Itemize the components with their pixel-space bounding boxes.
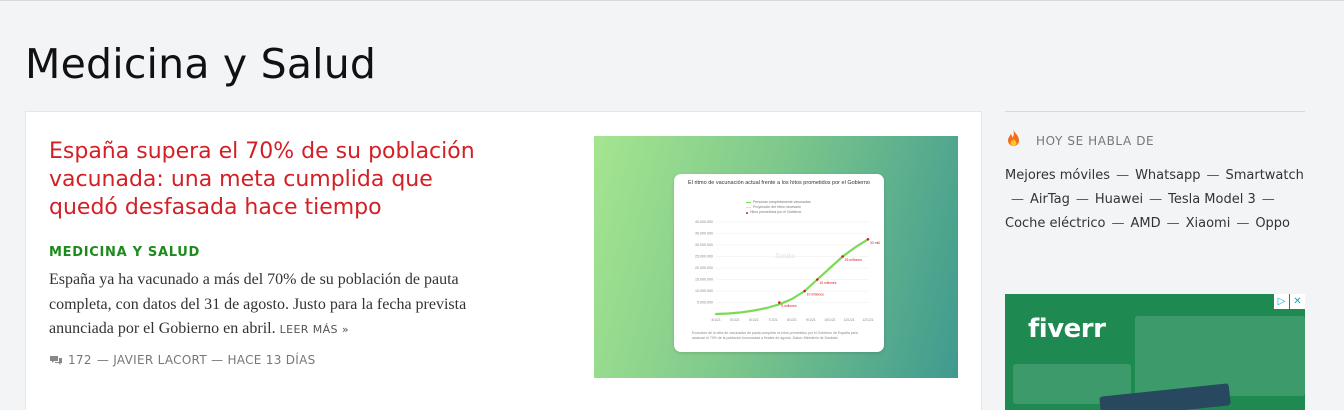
chart-x-tick-label: 10/1/21 <box>824 318 835 322</box>
chart-milestone-label: 33 millones <box>870 241 880 245</box>
legend-item: Hitos prometidos por el Gobierno <box>746 210 811 215</box>
article-category-link[interactable]: MEDICINA Y SALUD <box>49 245 200 260</box>
chart-watermark: Xataka <box>774 252 795 260</box>
chart-x-tick-label: 5/1/21 <box>730 318 740 322</box>
chart-milestone-label: 10 millones <box>807 293 824 297</box>
chart-x-tick-label: 6/1/21 <box>749 318 759 322</box>
trending-separator: — <box>1116 168 1130 183</box>
chart-milestone-point <box>866 237 870 241</box>
comments-icon[interactable] <box>49 355 63 366</box>
chart-milestone-point <box>778 301 781 304</box>
trending-separator: — <box>1206 168 1220 183</box>
close-ad-icon[interactable]: ✕ <box>1290 294 1305 309</box>
trending-topic-link[interactable]: AirTag <box>1030 192 1070 207</box>
trending-topic-link[interactable]: Xiaomi <box>1186 216 1231 231</box>
trending-separator: — <box>1149 192 1163 207</box>
chart-y-tick-label: 25.000.000 <box>695 255 713 259</box>
trending-topic-link[interactable]: Huawei <box>1095 192 1143 207</box>
chart-milestone-point <box>803 289 806 293</box>
chart-milestone-point <box>816 278 819 281</box>
trending-topic-link[interactable]: Tesla Model 3 <box>1168 192 1256 207</box>
chart-milestone-point <box>841 255 844 258</box>
article-thumbnail[interactable]: El ritmo de vacunación actual frente a l… <box>594 136 958 378</box>
chart-x-tick-label: 4/1/21 <box>711 318 721 322</box>
fire-icon <box>1005 128 1022 153</box>
read-more-link[interactable]: LEER MÁS » <box>280 323 349 336</box>
trending-topic-link[interactable]: Smartwatch <box>1225 168 1303 183</box>
trending-header: HOY SE HABLA DE <box>1005 128 1154 153</box>
chart-y-tick-label: 35.000.000 <box>695 232 713 236</box>
sidebar-divider <box>1005 111 1305 112</box>
chart-milestone-label: 5 millones <box>781 304 797 308</box>
chart-title: El ritmo de vacunación actual frente a l… <box>688 180 870 186</box>
trending-topic-link[interactable]: Coche eléctrico <box>1005 216 1105 231</box>
chart-y-tick-label: 20.000.000 <box>695 266 713 270</box>
top-divider <box>0 0 1344 1</box>
trending-separator: — <box>1075 192 1089 207</box>
chart-legend: Personas completamente vacunadas Proyecc… <box>746 200 811 215</box>
chart-series-line <box>714 238 870 316</box>
chart-x-tick-label: 12/1/21 <box>862 318 873 322</box>
trending-topic-link[interactable]: AMD <box>1130 216 1160 231</box>
trending-separator: — <box>1166 216 1180 231</box>
article-summary: España ya ha vacunado a más del 70% de s… <box>49 268 489 343</box>
ad-brand-logo: fiverr <box>1028 314 1106 344</box>
trending-topic-link[interactable]: Whatsapp <box>1135 168 1200 183</box>
adchoices-icon[interactable]: ▷ <box>1274 294 1289 309</box>
article-meta: 172 — JAVIER LACORT — HACE 13 DÍAS <box>49 353 316 367</box>
ad-badges: ▷ ✕ <box>1274 294 1305 309</box>
trending-separator: — <box>1011 192 1024 207</box>
trending-separator: — <box>1111 216 1125 231</box>
trending-topics: Mejores móviles — Whatsapp — Smartwatch — AirT… <box>1005 164 1305 236</box>
trending-label: HOY SE HABLA DE <box>1036 133 1155 148</box>
trending-topic-link[interactable]: Oppo <box>1255 216 1290 231</box>
trending-separator: — <box>1236 216 1250 231</box>
article-byline: — JAVIER LACORT — HACE 13 DÍAS <box>96 353 316 367</box>
chart-x-tick-label: 9/1/21 <box>806 318 816 322</box>
trending-separator: — <box>1261 192 1275 207</box>
chart-y-tick-label: 30.000.000 <box>695 243 713 247</box>
chart-y-tick-label: 15.000.000 <box>695 278 713 282</box>
chart-footnote: Evolución de la cifra de vacunados de pa… <box>692 331 858 340</box>
page-title: Medicina y Salud <box>25 40 377 88</box>
article-headline-link[interactable]: España supera el 70% de su población vac… <box>49 138 489 222</box>
fiverr-ad[interactable]: fiverr ▷ ✕ <box>1005 294 1305 410</box>
chart-x-tick-label: 7/1/21 <box>768 318 778 322</box>
trending-topic-link[interactable]: Mejores móviles <box>1005 168 1110 183</box>
comments-count[interactable]: 172 <box>68 353 92 367</box>
chart-y-tick-label: 10.000.000 <box>695 289 713 293</box>
thumbnail-chart-card: El ritmo de vacunación actual frente a l… <box>674 174 884 352</box>
chart-milestone-label: 25 millones <box>845 258 862 262</box>
chart-milestone-label: 15 millones <box>819 281 836 285</box>
article-summary-text: España ya ha vacunado a más del 70% de s… <box>49 271 467 337</box>
chart-x-tick-label: 8/1/21 <box>787 318 797 322</box>
vaccination-chart: 40.000.000 35.000.000 30.000.000 25.000.000… <box>695 220 880 322</box>
article-card: España supera el 70% de su población vac… <box>25 111 982 410</box>
chart-x-tick-label: 11/1/21 <box>843 318 854 322</box>
chart-y-tick-label: 40.000.000 <box>695 220 713 224</box>
chart-y-tick-label: 5.000.000 <box>697 301 713 305</box>
